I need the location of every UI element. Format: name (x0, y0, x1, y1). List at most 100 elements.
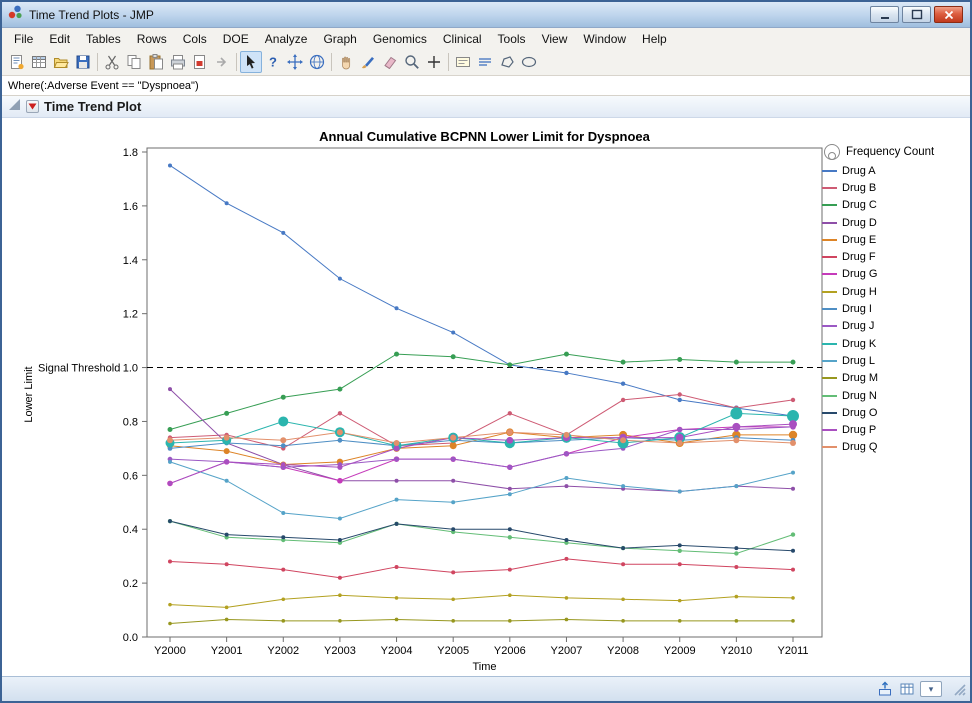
red-triangle-menu[interactable] (26, 100, 39, 113)
menu-graph[interactable]: Graph (315, 30, 364, 48)
svg-text:Y2008: Y2008 (607, 645, 639, 657)
legend-item-drug-d[interactable]: Drug D (822, 214, 968, 231)
toolbar: ? (2, 49, 970, 76)
legend-swatch (822, 239, 837, 241)
menu-help[interactable]: Help (634, 30, 675, 48)
globe-icon[interactable] (306, 51, 328, 73)
legend-swatch (822, 325, 837, 327)
legend-item-drug-i[interactable]: Drug I (822, 300, 968, 317)
legend-item-drug-h[interactable]: Drug H (822, 283, 968, 300)
legend-item-drug-f[interactable]: Drug F (822, 248, 968, 265)
grabber-icon[interactable] (335, 51, 357, 73)
minimize-button[interactable] (870, 6, 899, 23)
legend-label: Drug O (842, 407, 877, 419)
svg-text:Y2011: Y2011 (778, 645, 809, 657)
svg-text:Signal Threshold: Signal Threshold (38, 363, 120, 375)
legend-item-drug-m[interactable]: Drug M (822, 370, 968, 387)
cut-icon[interactable] (101, 51, 123, 73)
print-icon[interactable] (167, 51, 189, 73)
legend-label: Drug P (842, 424, 876, 436)
menu-window[interactable]: Window (575, 30, 634, 48)
resize-grip[interactable] (952, 682, 967, 697)
legend-item-drug-b[interactable]: Drug B (822, 179, 968, 196)
select-arrow-icon[interactable] (240, 51, 262, 73)
chart-area[interactable]: 0.00.20.40.60.81.01.21.41.61.8Y2000Y2001… (2, 118, 970, 676)
menu-edit[interactable]: Edit (41, 30, 78, 48)
menu-cols[interactable]: Cols (175, 30, 215, 48)
chart-legend: Frequency CountDrug ADrug BDrug CDrug DD… (822, 142, 968, 456)
svg-text:Y2004: Y2004 (381, 645, 413, 657)
copy-icon[interactable] (123, 51, 145, 73)
window-title: Time Trend Plots - JMP (29, 8, 154, 22)
legend-item-drug-l[interactable]: Drug L (822, 352, 968, 369)
close-button[interactable] (934, 6, 963, 23)
move-icon[interactable] (284, 51, 306, 73)
legend-item-drug-c[interactable]: Drug C (822, 197, 968, 214)
legend-item-drug-p[interactable]: Drug P (822, 421, 968, 438)
menu-clinical[interactable]: Clinical (435, 30, 490, 48)
legend-label: Drug I (842, 303, 872, 315)
legend-swatch (822, 360, 837, 362)
legend-swatch (822, 273, 837, 275)
data-grid-icon[interactable] (898, 680, 916, 698)
svg-text:1.2: 1.2 (123, 309, 138, 321)
eraser-icon[interactable] (379, 51, 401, 73)
paste-icon[interactable] (145, 51, 167, 73)
save-icon[interactable] (72, 51, 94, 73)
magnifier-icon[interactable] (401, 51, 423, 73)
crosshair-icon[interactable] (423, 51, 445, 73)
menu-tables[interactable]: Tables (78, 30, 129, 48)
legend-item-drug-k[interactable]: Drug K (822, 335, 968, 352)
svg-text:Y2002: Y2002 (267, 645, 299, 657)
legend-swatch (822, 187, 837, 189)
svg-text:1.0: 1.0 (123, 363, 138, 375)
menu-doe[interactable]: DOE (215, 30, 257, 48)
jmp-window: Time Trend Plots - JMP FileEditTablesRow… (0, 0, 972, 703)
legend-item-drug-a[interactable]: Drug A (822, 162, 968, 179)
oval-icon[interactable] (518, 51, 540, 73)
lines-icon[interactable] (474, 51, 496, 73)
report-title: Time Trend Plot (44, 99, 141, 114)
polygon-icon[interactable] (496, 51, 518, 73)
legend-swatch (822, 446, 837, 448)
legend-swatch (822, 222, 837, 224)
legend-swatch (822, 204, 837, 206)
brush-icon[interactable] (357, 51, 379, 73)
svg-text:?: ? (269, 55, 277, 70)
window-select-dropdown[interactable]: ▾ (920, 681, 942, 697)
menu-view[interactable]: View (534, 30, 576, 48)
legend-item-drug-j[interactable]: Drug J (822, 318, 968, 335)
legend-label: Drug L (842, 355, 875, 367)
legend-item-drug-g[interactable]: Drug G (822, 266, 968, 283)
jmp-app-icon (7, 4, 23, 25)
legend-label: Drug M (842, 372, 878, 384)
toolbar-separator (236, 53, 237, 71)
menu-tools[interactable]: Tools (490, 30, 534, 48)
maximize-button[interactable] (902, 6, 931, 23)
legend-item-drug-o[interactable]: Drug O (822, 404, 968, 421)
menu-analyze[interactable]: Analyze (257, 30, 316, 48)
svg-text:1.8: 1.8 (123, 147, 138, 159)
legend-item-drug-n[interactable]: Drug N (822, 387, 968, 404)
title-bar[interactable]: Time Trend Plots - JMP (2, 2, 970, 28)
legend-swatch (822, 170, 837, 172)
menu-rows[interactable]: Rows (129, 30, 175, 48)
new-journal-icon[interactable] (6, 51, 28, 73)
legend-item-drug-q[interactable]: Drug Q (822, 439, 968, 456)
annotate-icon[interactable] (452, 51, 474, 73)
legend-item-drug-e[interactable]: Drug E (822, 231, 968, 248)
open-icon[interactable] (50, 51, 72, 73)
script-icon[interactable] (211, 51, 233, 73)
menu-file[interactable]: File (6, 30, 41, 48)
new-table-icon[interactable] (28, 51, 50, 73)
show-window-icon[interactable] (876, 680, 894, 698)
help-icon[interactable]: ? (262, 51, 284, 73)
status-bar: ▾ (2, 676, 970, 701)
where-clause: Where(:Adverse Event == "Dyspnoea") (8, 80, 199, 92)
legend-label: Drug B (842, 182, 876, 194)
disclosure-triangle-icon[interactable] (8, 98, 21, 116)
menu-genomics[interactable]: Genomics (365, 30, 435, 48)
window-controls (870, 6, 965, 23)
legend-label: Drug N (842, 390, 877, 402)
pdf-icon[interactable] (189, 51, 211, 73)
